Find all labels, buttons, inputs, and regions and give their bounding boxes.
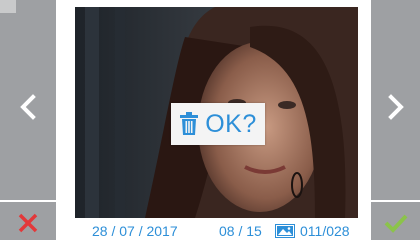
photo-viewer-screen: OK? 28 / 07 / 2017 08 / 15 011/028 [0,0,420,240]
chevron-left-icon [20,94,36,120]
panel-corner [0,0,16,13]
next-button[interactable] [371,90,420,124]
delete-confirm-dialog[interactable]: OK? [171,103,265,145]
confirm-button[interactable] [371,206,420,240]
chevron-right-icon [387,94,404,120]
right-panel [371,0,420,240]
trash-icon [180,112,199,135]
panel-divider [371,200,420,202]
photo-date: 28 / 07 / 2017 [92,223,178,239]
check-icon [384,214,407,233]
photo-counter: 08 / 15 [219,223,262,239]
status-bar: 28 / 07 / 2017 08 / 15 011/028 [60,221,368,240]
image-index: 011/028 [300,223,350,239]
confirm-delete-text: OK? [205,109,257,138]
previous-button[interactable] [0,90,56,124]
cancel-button[interactable] [0,206,56,240]
close-icon [18,213,38,233]
panel-divider [0,200,56,202]
left-panel [0,0,56,240]
image-icon [275,224,295,241]
